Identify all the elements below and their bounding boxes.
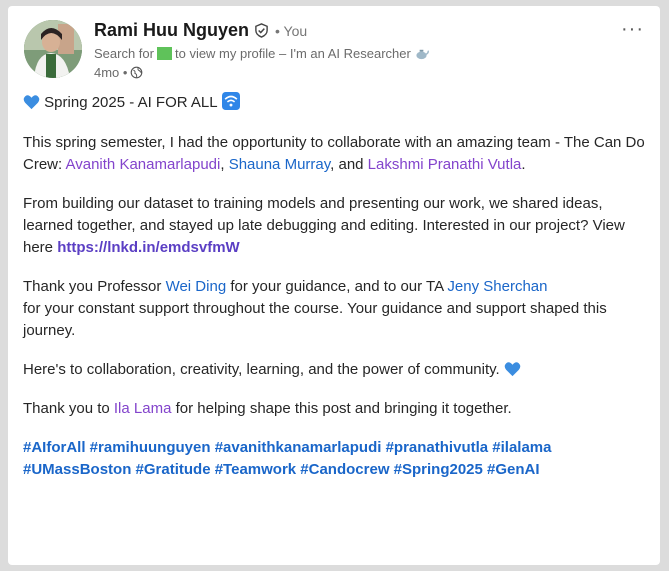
- verified-icon: [255, 23, 268, 38]
- post-meta: 4mo •: [94, 65, 143, 80]
- author-headline: Search for to view my profile – I'm an AI…: [94, 46, 429, 61]
- mention-lakshmi[interactable]: Lakshmi Pranathi Vutla: [368, 156, 522, 173]
- headline-part-1: Search for: [94, 46, 154, 61]
- mention-avanith[interactable]: Avanith Kanamarlapudi: [66, 156, 221, 173]
- paragraph-community: Here's to collaboration, creativity, lea…: [23, 359, 648, 381]
- wifi-icon: [221, 92, 240, 110]
- blue-heart-icon: [23, 95, 40, 110]
- mention-wei-ding[interactable]: Wei Ding: [166, 278, 227, 295]
- post-body: Spring 2025 - AI FOR ALL This spring sem…: [23, 92, 648, 481]
- post-title: Spring 2025 - AI FOR ALL: [44, 94, 218, 111]
- author-name[interactable]: Rami Huu Nguyen: [94, 20, 249, 40]
- headline-part-2: to view my profile – I'm an AI Researche…: [174, 46, 411, 61]
- avatar-image: [24, 20, 82, 78]
- paragraph-thanks-professor: Thank you Professor Wei Ding for your gu…: [23, 278, 607, 339]
- mention-shauna[interactable]: Shauna Murray: [229, 156, 330, 173]
- globe-icon: [131, 66, 143, 79]
- hashtags-line-1[interactable]: #AIforAll #ramihuunguyen #avanithkanamar…: [23, 437, 648, 459]
- post-card: Rami Huu Nguyen • You Search for to view …: [8, 6, 660, 565]
- teapot-icon: [416, 49, 429, 60]
- post-header: Rami Huu Nguyen • You Search for to view …: [24, 18, 644, 88]
- you-label: • You: [275, 23, 308, 39]
- paragraph-project: From building our dataset to training mo…: [23, 195, 625, 256]
- hashtags-line-2[interactable]: #UMassBoston #Gratitude #Teamwork #Cando…: [23, 459, 648, 481]
- green-square-icon: [156, 47, 172, 60]
- project-link[interactable]: https://lnkd.in/emdsvfmW: [57, 239, 240, 256]
- hashtags: #AIforAll #ramihuunguyen #avanithkanamar…: [23, 437, 648, 481]
- blue-heart-icon: [504, 362, 521, 377]
- avatar[interactable]: [24, 20, 82, 78]
- mention-ila-lama[interactable]: Ila Lama: [114, 400, 172, 417]
- post-time: 4mo •: [94, 65, 128, 80]
- more-options-icon[interactable]: ···: [621, 18, 644, 41]
- mention-jeny-sherchan[interactable]: Jeny Sherchan: [447, 278, 547, 295]
- paragraph-thanks-ila: Thank you to Ila Lama for helping shape …: [23, 400, 512, 417]
- post-title-line: Spring 2025 - AI FOR ALL: [23, 92, 648, 114]
- paragraph-team: This spring semester, I had the opportun…: [23, 134, 645, 173]
- author-name-row: Rami Huu Nguyen • You: [94, 20, 307, 41]
